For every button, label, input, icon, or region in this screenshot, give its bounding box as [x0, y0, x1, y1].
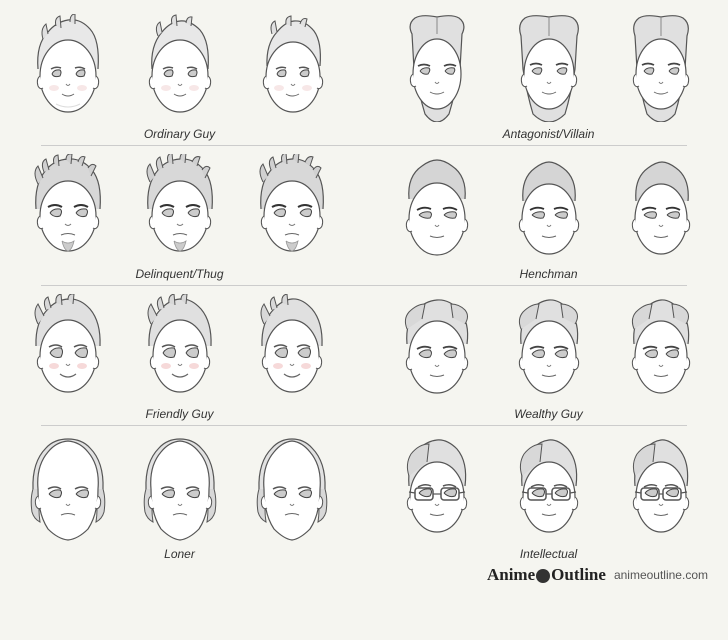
face-friendly-2: [124, 290, 236, 405]
face-loner-1: [12, 430, 124, 545]
face-henchman-1: [381, 150, 493, 265]
face-ordinary-3: [236, 10, 348, 125]
label-wealthy: Wealthy Guy: [514, 407, 582, 421]
face-delinquent-1: [12, 150, 124, 265]
face-villain-2: [493, 10, 605, 125]
faces-wealthy: [381, 290, 717, 405]
faces-delinquent: [12, 150, 348, 265]
label-henchman: Henchman: [519, 267, 577, 281]
bottom-bar: AnimeOutline animeoutline.com: [5, 561, 723, 587]
faces-intellectual: [381, 430, 717, 545]
brand-dot: [536, 569, 550, 583]
group-loner: Loner: [5, 430, 354, 561]
face-wealthy-3: [605, 290, 717, 405]
label-antagonist: Antagonist/Villain: [503, 127, 595, 141]
label-intellectual: Intellectual: [520, 547, 577, 561]
faces-ordinary-guy: [12, 10, 348, 125]
face-wealthy-2: [493, 290, 605, 405]
faces-henchman: [381, 150, 717, 265]
group-intellectual: Intellectual: [374, 430, 723, 561]
divider-3: [41, 425, 687, 426]
group-ordinary-guy: Ordinary Guy: [5, 10, 354, 141]
label-loner: Loner: [164, 547, 195, 561]
faces-antagonist: [381, 10, 717, 125]
group-wealthy: Wealthy Guy: [374, 290, 723, 421]
face-intellectual-2: [493, 430, 605, 545]
faces-friendly: [12, 290, 348, 405]
face-ordinary-2: [124, 10, 236, 125]
label-delinquent: Delinquent/Thug: [135, 267, 223, 281]
group-friendly: Friendly Guy: [5, 290, 354, 421]
face-henchman-2: [493, 150, 605, 265]
faces-loner: [12, 430, 348, 545]
main-container: Ordinary Guy: [0, 0, 728, 640]
face-intellectual-3: [605, 430, 717, 545]
row-4: Loner: [5, 430, 723, 561]
label-friendly: Friendly Guy: [145, 407, 213, 421]
row-1: Ordinary Guy: [5, 10, 723, 141]
row-3: Friendly Guy: [5, 290, 723, 421]
divider-2: [41, 285, 687, 286]
row-2: Delinquent/Thug: [5, 150, 723, 281]
brand-url: animeoutline.com: [614, 568, 708, 582]
group-antagonist: Antagonist/Villain: [374, 10, 723, 141]
face-ordinary-1: [12, 10, 124, 125]
face-delinquent-2: [124, 150, 236, 265]
face-loner-2: [124, 430, 236, 545]
face-henchman-3: [605, 150, 717, 265]
face-friendly-3: [236, 290, 348, 405]
face-loner-3: [236, 430, 348, 545]
face-villain-3: [605, 10, 717, 125]
label-ordinary-guy: Ordinary Guy: [144, 127, 215, 141]
divider-1: [41, 145, 687, 146]
group-delinquent: Delinquent/Thug: [5, 150, 354, 281]
face-intellectual-1: [381, 430, 493, 545]
face-wealthy-1: [381, 290, 493, 405]
brand-name: AnimeOutline: [487, 565, 606, 585]
face-delinquent-3: [236, 150, 348, 265]
group-henchman: Henchman: [374, 150, 723, 281]
face-villain-1: [381, 10, 493, 125]
face-friendly-1: [12, 290, 124, 405]
